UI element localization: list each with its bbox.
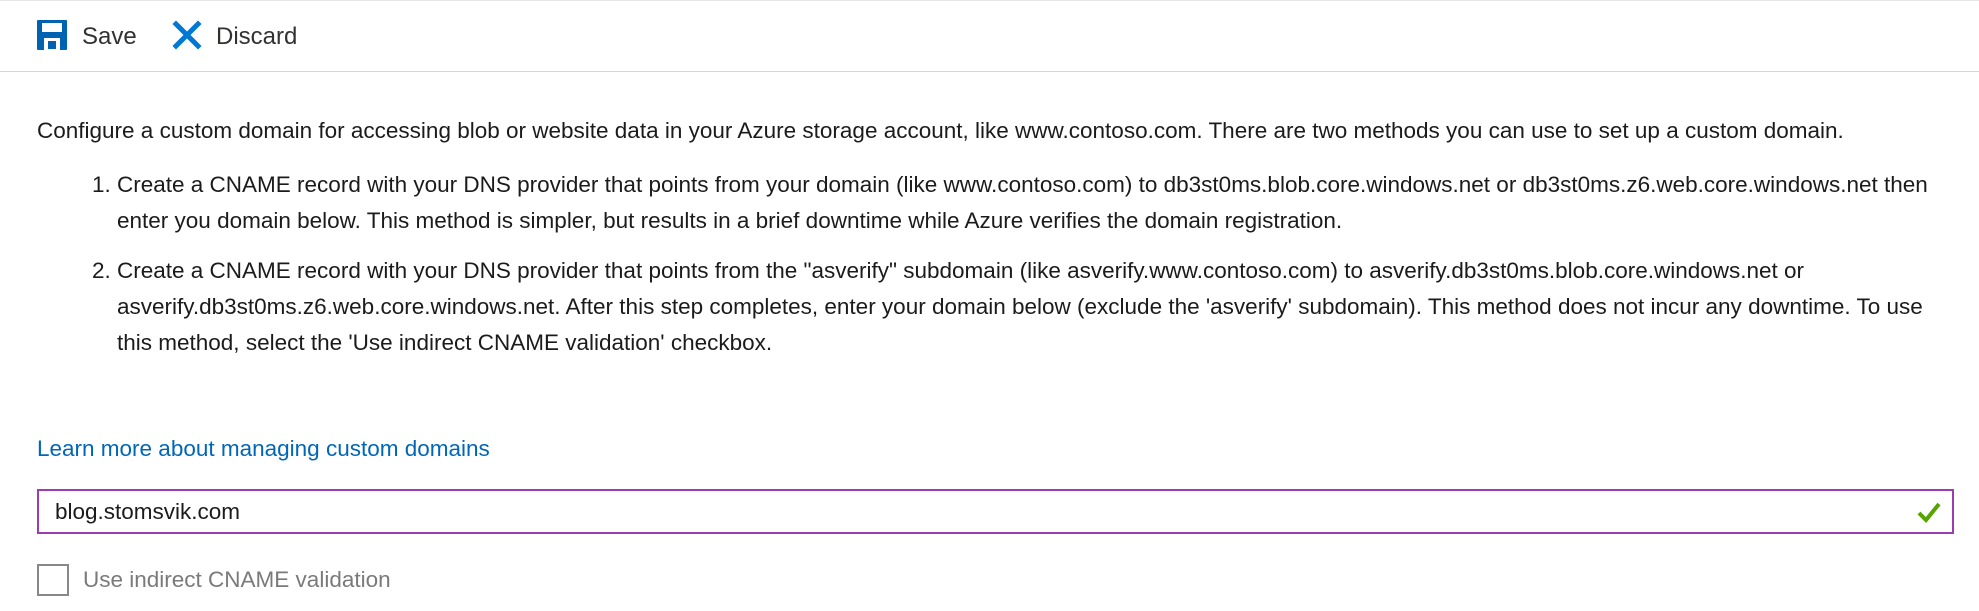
checkmark-icon (1916, 500, 1942, 524)
method-steps: Create a CNAME record with your DNS prov… (37, 167, 1957, 361)
save-label: Save (82, 23, 137, 50)
step-2: Create a CNAME record with your DNS prov… (117, 253, 1957, 361)
domain-input[interactable] (39, 491, 1952, 532)
close-icon (172, 19, 202, 55)
save-icon (36, 19, 68, 56)
step-1: Create a CNAME record with your DNS prov… (117, 167, 1957, 239)
discard-label: Discard (216, 23, 298, 50)
domain-field[interactable] (37, 489, 1954, 534)
indirect-cname-label: Use indirect CNAME validation (83, 567, 391, 592)
learn-more-link[interactable]: Learn more about managing custom domains (37, 436, 490, 462)
intro-text: Configure a custom domain for accessing … (37, 118, 1844, 143)
indirect-cname-checkbox-row[interactable]: Use indirect CNAME validation (37, 564, 391, 596)
indirect-cname-checkbox[interactable] (37, 564, 69, 596)
discard-button[interactable]: Discard (172, 17, 297, 57)
save-button[interactable]: Save (36, 17, 137, 57)
command-bar: Save Discard (0, 0, 1979, 72)
description-section: Configure a custom domain for accessing … (37, 113, 1957, 375)
